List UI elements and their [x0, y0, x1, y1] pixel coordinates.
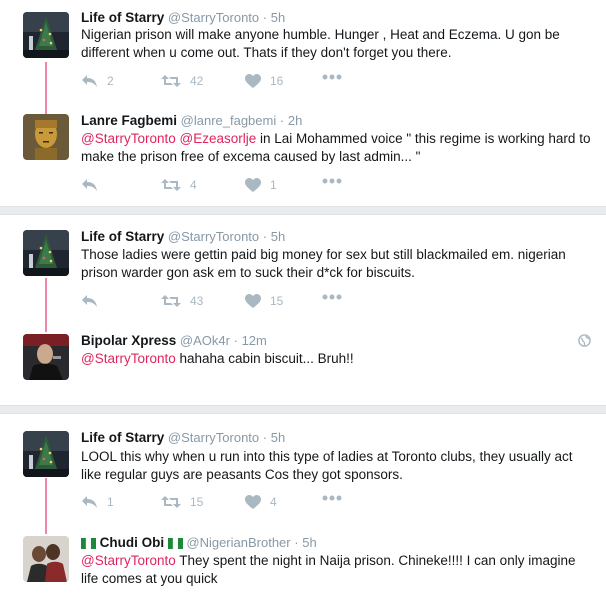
retweet-icon [161, 294, 181, 308]
author-name[interactable]: Life of Starry [81, 10, 164, 25]
like-button[interactable]: 15 [245, 294, 283, 308]
separator-dot: · [233, 333, 238, 348]
reply-button[interactable] [81, 178, 107, 192]
author-name[interactable]: Bipolar Xpress [81, 333, 176, 348]
thread-separator [0, 405, 606, 414]
more-icon [322, 178, 342, 184]
nigeria-flag-icon [81, 537, 96, 553]
like-button[interactable]: 1 [245, 178, 277, 192]
tweet-text: LOOL this why when u run into this type … [81, 449, 573, 482]
author-handle[interactable]: @StarryToronto [168, 430, 259, 445]
reply-count: 1 [107, 495, 114, 509]
retweet-icon [161, 495, 181, 509]
retweet-icon [161, 74, 181, 88]
more-button[interactable] [322, 495, 342, 501]
like-button[interactable]: 4 [245, 495, 277, 509]
retweet-icon [161, 178, 181, 192]
separator-dot: · [262, 229, 268, 244]
avatar[interactable] [23, 12, 69, 58]
retweet-button[interactable]: 4 [161, 178, 197, 192]
thread-separator [0, 206, 606, 215]
reply-icon [81, 294, 98, 308]
author-name[interactable]: Chudi Obi [100, 535, 165, 550]
author-handle[interactable]: @NigerianBrother [186, 535, 290, 550]
author-handle[interactable]: @StarryToronto [168, 10, 259, 25]
author-handle[interactable]: @AOk4r [180, 333, 230, 348]
tweet-text: @StarryToronto They spent the night in N… [81, 552, 591, 588]
heart-icon [245, 178, 261, 192]
reply-count: 2 [107, 74, 114, 88]
timestamp[interactable]: 5h [302, 535, 316, 550]
retweet-button[interactable]: 43 [161, 294, 203, 308]
timestamp[interactable]: 5h [271, 10, 285, 25]
tweet-text-content: hahaha cabin biscuit... Bruh!! [175, 351, 354, 366]
retweet-button[interactable]: 42 [161, 74, 203, 88]
tweet-text: @StarryToronto hahaha cabin biscuit... B… [81, 350, 591, 368]
separator-dot: · [262, 10, 268, 25]
author-name[interactable]: Life of Starry [81, 430, 164, 445]
timestamp[interactable]: 2h [288, 113, 302, 128]
mention-link[interactable]: @StarryToronto [81, 553, 176, 568]
like-count: 15 [270, 294, 284, 308]
tweet-text: Nigerian prison will make anyone humble.… [81, 27, 560, 60]
avatar[interactable] [23, 114, 69, 160]
mention-link[interactable]: @Ezeasorlje [180, 131, 257, 146]
author-handle[interactable]: @lanre_fagbemi [181, 113, 277, 128]
more-icon [322, 294, 342, 300]
timestamp[interactable]: 5h [271, 430, 285, 445]
thread-connector [45, 278, 47, 332]
timestamp[interactable]: 5h [271, 229, 285, 244]
mention-link[interactable]: @StarryToronto [81, 351, 176, 366]
avatar[interactable] [23, 230, 69, 276]
retweet-button[interactable]: 15 [161, 495, 203, 509]
heart-icon [245, 74, 261, 88]
author-name[interactable]: Life of Starry [81, 229, 164, 244]
tweet-text: Those ladies were gettin paid big money … [81, 247, 566, 280]
like-count: 4 [270, 495, 277, 509]
reply-button[interactable] [81, 294, 107, 308]
more-button[interactable] [322, 178, 342, 184]
separator-dot: · [262, 430, 268, 445]
more-button[interactable] [322, 294, 342, 300]
like-count: 16 [270, 74, 284, 88]
like-button[interactable]: 16 [245, 74, 283, 88]
heart-icon [245, 495, 261, 509]
separator-dot: · [294, 535, 299, 550]
avatar[interactable] [23, 536, 69, 582]
tweet-text: @StarryToronto @Ezeasorlje in Lai Mohamm… [81, 130, 591, 166]
timestamp[interactable]: 12m [242, 333, 267, 348]
thread-connector [45, 62, 47, 114]
author-handle[interactable]: @StarryToronto [168, 229, 259, 244]
author-name[interactable]: Lanre Fagbemi [81, 113, 177, 128]
retweet-count: 15 [190, 495, 204, 509]
reply-icon [81, 178, 98, 192]
heart-icon [245, 294, 261, 308]
retweet-count: 42 [190, 74, 204, 88]
avatar[interactable] [23, 431, 69, 477]
more-button[interactable] [322, 74, 342, 80]
retweet-count: 43 [190, 294, 204, 308]
reply-icon [81, 495, 98, 509]
reply-button[interactable]: 1 [81, 495, 114, 509]
more-icon [322, 74, 342, 80]
separator-dot: · [279, 113, 285, 128]
reply-button[interactable]: 2 [81, 74, 114, 88]
more-icon [322, 495, 342, 501]
retweet-count: 4 [190, 178, 197, 192]
thread-connector [45, 478, 47, 534]
avatar[interactable] [23, 334, 69, 380]
like-count: 1 [270, 178, 277, 192]
reply-icon [81, 74, 98, 88]
nigeria-flag-icon [167, 537, 183, 553]
mention-link[interactable]: @StarryToronto [81, 131, 176, 146]
